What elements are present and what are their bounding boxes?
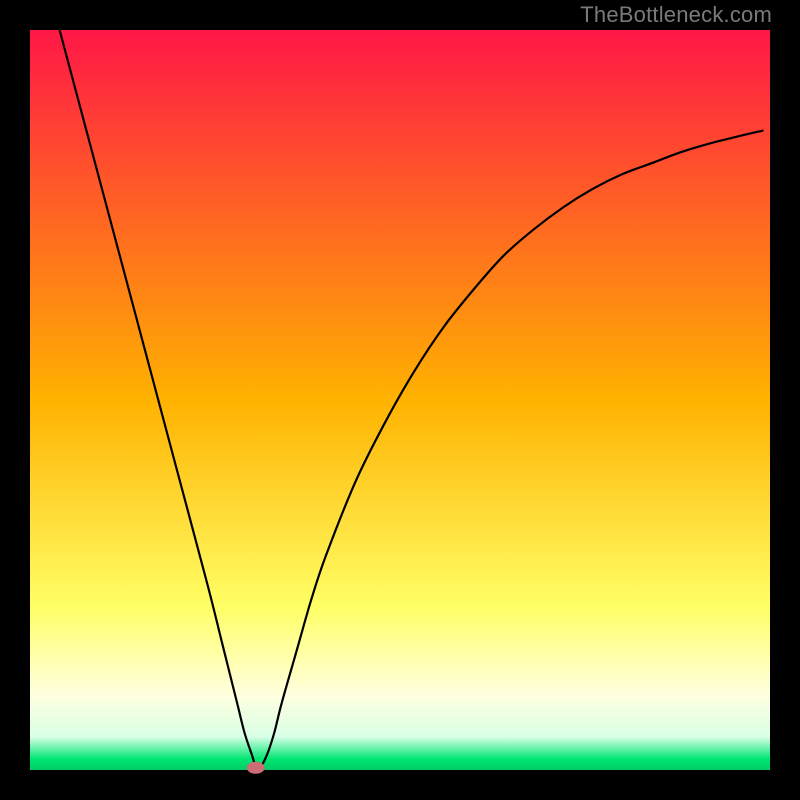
plot-background bbox=[30, 30, 770, 770]
bottleneck-chart bbox=[0, 0, 800, 800]
minimum-marker bbox=[247, 762, 265, 774]
watermark-text: TheBottleneck.com bbox=[580, 2, 772, 28]
chart-frame: TheBottleneck.com bbox=[0, 0, 800, 800]
